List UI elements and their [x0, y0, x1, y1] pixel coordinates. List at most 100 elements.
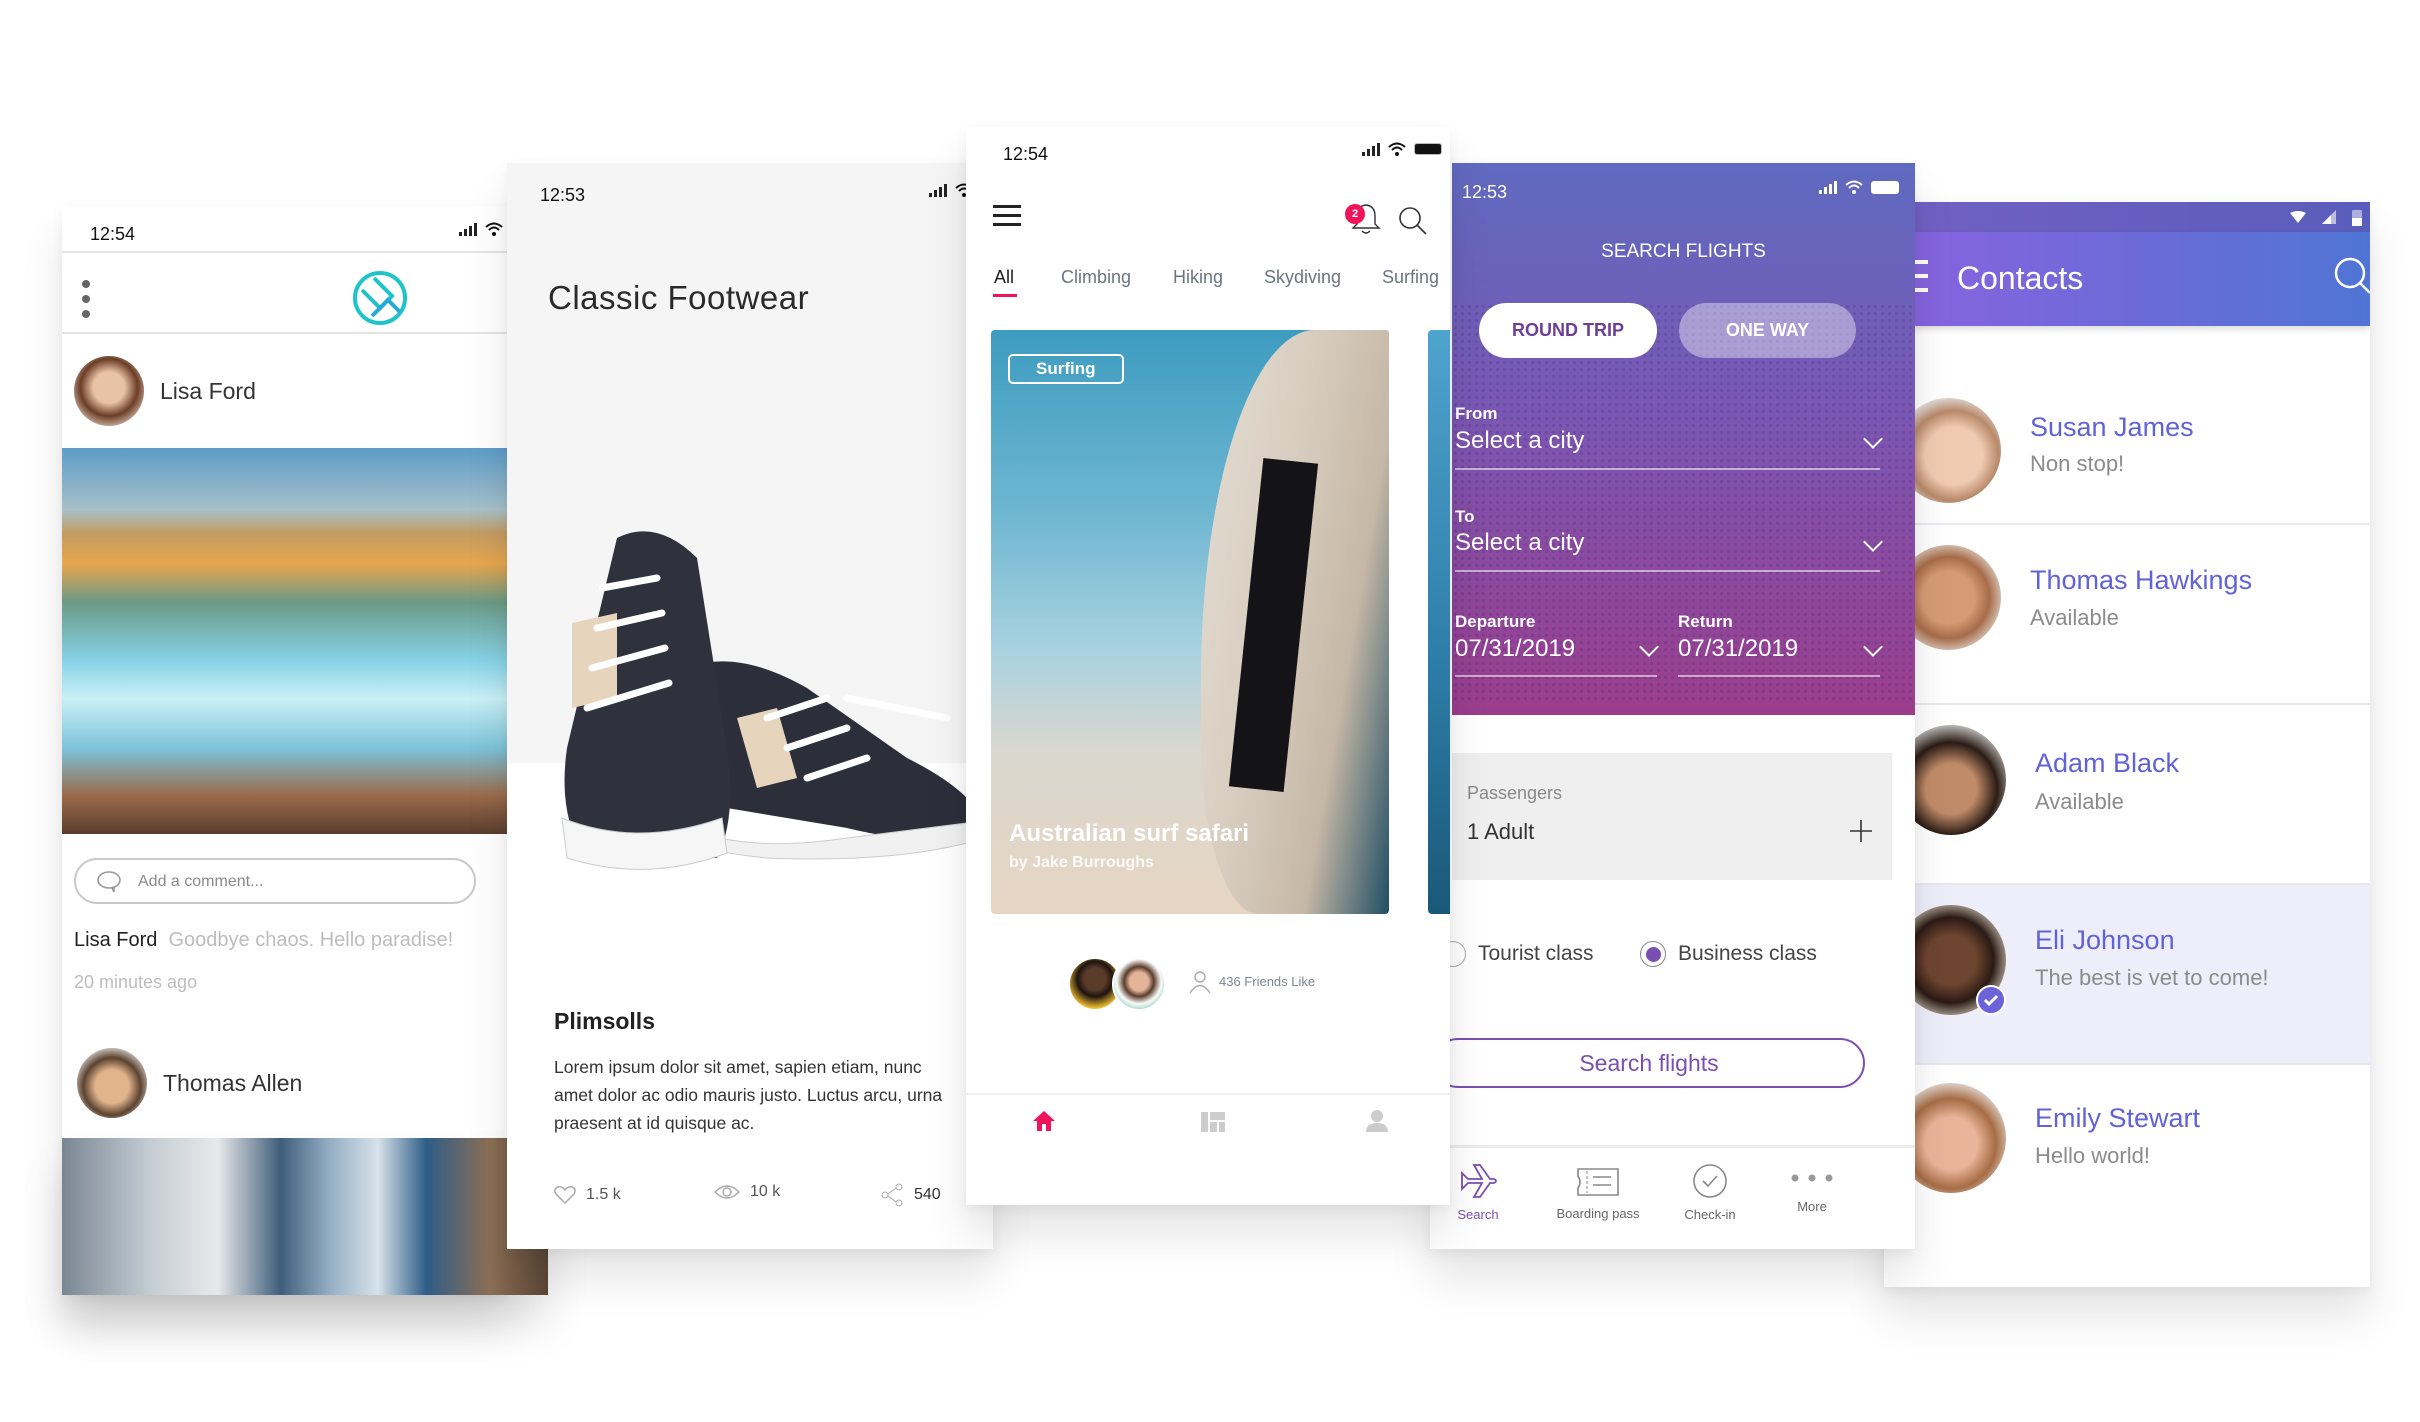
contact-item-selected[interactable]: Eli Johnson The best is vet to come!: [1884, 885, 2370, 1065]
tab-hiking[interactable]: Hiking: [1173, 267, 1223, 288]
comment-placeholder: Add a comment...: [138, 873, 264, 890]
card-title: Australian surf safari: [1009, 820, 1250, 847]
to-label: To: [1455, 507, 1475, 526]
nav-divider: [966, 1093, 1450, 1095]
search-flights-button[interactable]: Search flights: [1433, 1038, 1865, 1088]
nav-label: Check-in: [1684, 1207, 1736, 1222]
status-time: 12:53: [540, 185, 586, 205]
friend-avatar[interactable]: [1112, 957, 1166, 1011]
departure-label: Departure: [1455, 612, 1536, 631]
status-icons: [1362, 142, 1442, 156]
nav-search[interactable]: Search: [1448, 1161, 1508, 1222]
avatar-lisa-ford[interactable]: [74, 356, 144, 426]
cellular-icon: [2322, 210, 2336, 224]
contacts-app-screen: Contacts Susan James Non stop! Thomas Ha…: [1884, 202, 2370, 1287]
page-title: SEARCH FLIGHTS: [1601, 241, 1766, 262]
field-underline: [1455, 570, 1880, 572]
battery-icon: [1414, 143, 1442, 155]
search-icon[interactable]: [2334, 257, 2370, 295]
avatar-thomas-allen[interactable]: [77, 1048, 147, 1118]
signal-icon: [1819, 180, 1837, 194]
battery-icon: [1871, 180, 1899, 194]
tab-all[interactable]: All: [994, 267, 1014, 288]
next-activity-card[interactable]: [1428, 330, 1450, 914]
next-post-author[interactable]: Thomas Allen: [163, 1070, 302, 1097]
notification-badge: 2: [1345, 204, 1365, 224]
contact-item[interactable]: Susan James Non stop!: [1884, 345, 2370, 525]
comment-bubble-icon: [97, 871, 121, 893]
feed-app-screen: 12:54 Lisa Ford Add a comment... Lisa Fo…: [62, 206, 507, 1295]
one-way-button[interactable]: ONE WAY: [1679, 303, 1856, 358]
status-time: 12:54: [90, 224, 136, 244]
contact-item[interactable]: Emily Stewart Hello world!: [1884, 1065, 2370, 1245]
status-bar: [1884, 202, 2370, 232]
card-author: by Jake Burroughs: [1009, 854, 1154, 871]
caption-author[interactable]: Lisa Ford: [74, 929, 157, 951]
caption-text: Goodbye chaos. Hello paradise!: [168, 929, 454, 951]
friends-like-count: 436 Friends Like: [1219, 974, 1316, 989]
comment-input[interactable]: Add a comment...: [74, 858, 476, 904]
shop-app-screen: 12:53 Classic Footwear Plimsolls Lorem i…: [507, 163, 993, 1249]
nav-more[interactable]: More: [1772, 1173, 1852, 1214]
contact-item[interactable]: Adam Black Available: [1884, 705, 2370, 885]
field-underline: [1455, 468, 1880, 470]
wifi-icon: [485, 222, 503, 236]
status-time: 12:53: [1462, 182, 1508, 202]
return-value: 07/31/2019: [1678, 635, 1799, 662]
contact-status: Available: [2035, 789, 2124, 814]
radio-tourist-class[interactable]: Tourist class: [1440, 941, 1594, 967]
product-image[interactable]: [547, 518, 987, 888]
city-photo: [62, 1138, 548, 1295]
from-value: Select a city: [1455, 427, 1585, 454]
wifi-icon: [2290, 211, 2306, 223]
hamburger-menu-icon[interactable]: [993, 205, 1021, 227]
contact-name: Eli Johnson: [2035, 925, 2175, 955]
signal-icon: [459, 222, 477, 236]
views-count: 10 k: [750, 1183, 781, 1200]
more-vertical-icon[interactable]: [80, 278, 92, 320]
signal-icon: [929, 183, 947, 197]
radio-business-class[interactable]: Business class: [1640, 941, 1817, 967]
likes-stat[interactable]: 1.5 k: [554, 1185, 621, 1205]
divider: [62, 332, 507, 334]
search-icon[interactable]: [1398, 206, 1428, 236]
nav-profile[interactable]: [1366, 1110, 1388, 1132]
to-value: Select a city: [1455, 529, 1585, 556]
status-icons: [1819, 180, 1899, 194]
eye-icon: [714, 1185, 740, 1199]
from-label: From: [1455, 404, 1498, 423]
nav-label: Boarding pass: [1556, 1206, 1640, 1221]
card-tag[interactable]: Surfing: [1008, 354, 1124, 384]
post-timestamp: 20 minutes ago: [74, 972, 198, 992]
nav-check-in[interactable]: Check-in: [1670, 1163, 1750, 1222]
tab-climbing[interactable]: Climbing: [1061, 267, 1131, 288]
add-passenger-button[interactable]: [1850, 820, 1872, 842]
post-author[interactable]: Lisa Ford: [160, 378, 256, 405]
tab-surfing[interactable]: Surfing: [1382, 267, 1439, 288]
nav-dashboard[interactable]: [1201, 1112, 1225, 1132]
plus-icon: [1850, 820, 1872, 842]
wifi-icon: [1388, 142, 1406, 156]
activity-card[interactable]: Surfing Australian surf safari by Jake B…: [991, 330, 1389, 914]
signal-icon: [1362, 142, 1380, 156]
search-header: 12:53 SEARCH FLIGHTS ROUND TRIP ONE WAY …: [1452, 163, 1915, 715]
departure-value: 07/31/2019: [1455, 635, 1576, 662]
field-underline: [1678, 675, 1880, 677]
contact-status: Hello world!: [2035, 1143, 2150, 1168]
nav-home[interactable]: [1032, 1110, 1056, 1132]
radio-label: Tourist class: [1478, 942, 1594, 965]
notifications-button[interactable]: 2: [1345, 202, 1381, 236]
return-label: Return: [1678, 612, 1733, 631]
nav-boarding-pass[interactable]: Boarding pass: [1542, 1168, 1654, 1221]
contact-status: Available: [2030, 605, 2119, 630]
product-name: Plimsolls: [554, 1008, 655, 1034]
battery-icon: [2352, 210, 2362, 226]
page-title: Contacts: [1957, 260, 2084, 296]
tab-skydiving[interactable]: Skydiving: [1264, 267, 1341, 288]
round-trip-button[interactable]: ROUND TRIP: [1479, 303, 1657, 358]
passengers-value: 1 Adult: [1467, 819, 1535, 844]
check-circle-icon: [1693, 1164, 1727, 1198]
contact-item[interactable]: Thomas Hawkings Available: [1884, 525, 2370, 705]
passengers-field[interactable]: Passengers 1 Adult: [1452, 753, 1892, 880]
shares-stat[interactable]: 540: [880, 1183, 941, 1207]
